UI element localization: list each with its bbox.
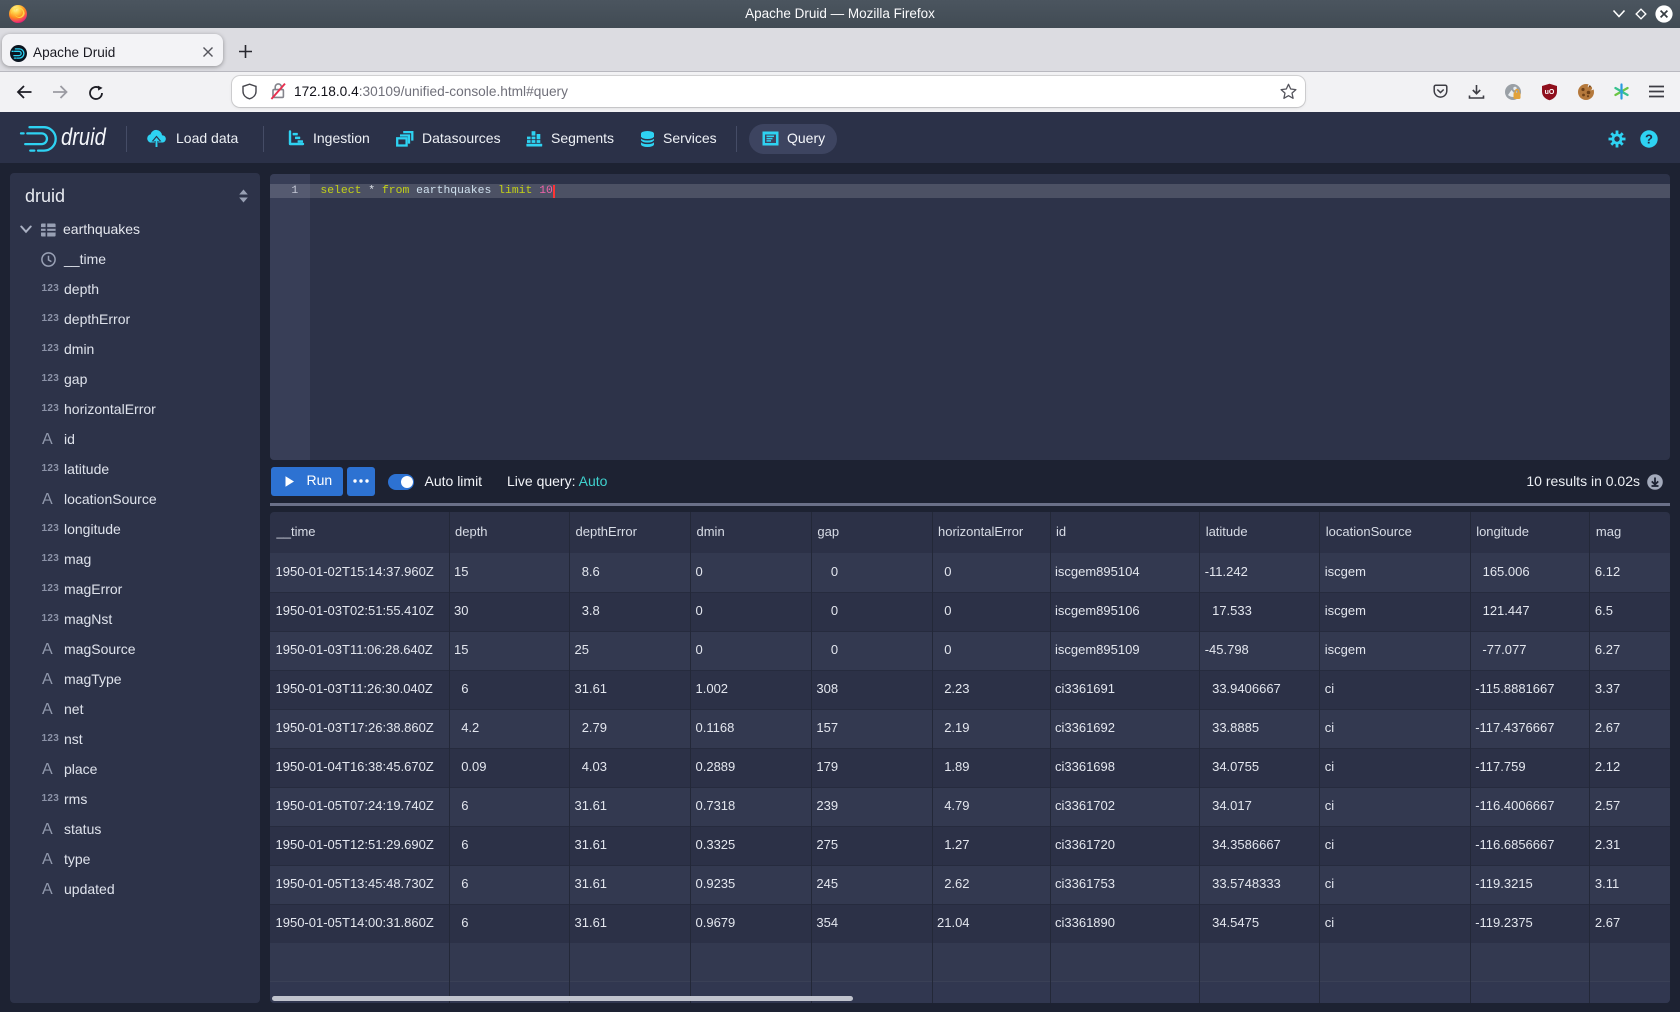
svg-text:uO: uO: [1545, 89, 1555, 96]
svg-text:?: ?: [1645, 131, 1653, 146]
